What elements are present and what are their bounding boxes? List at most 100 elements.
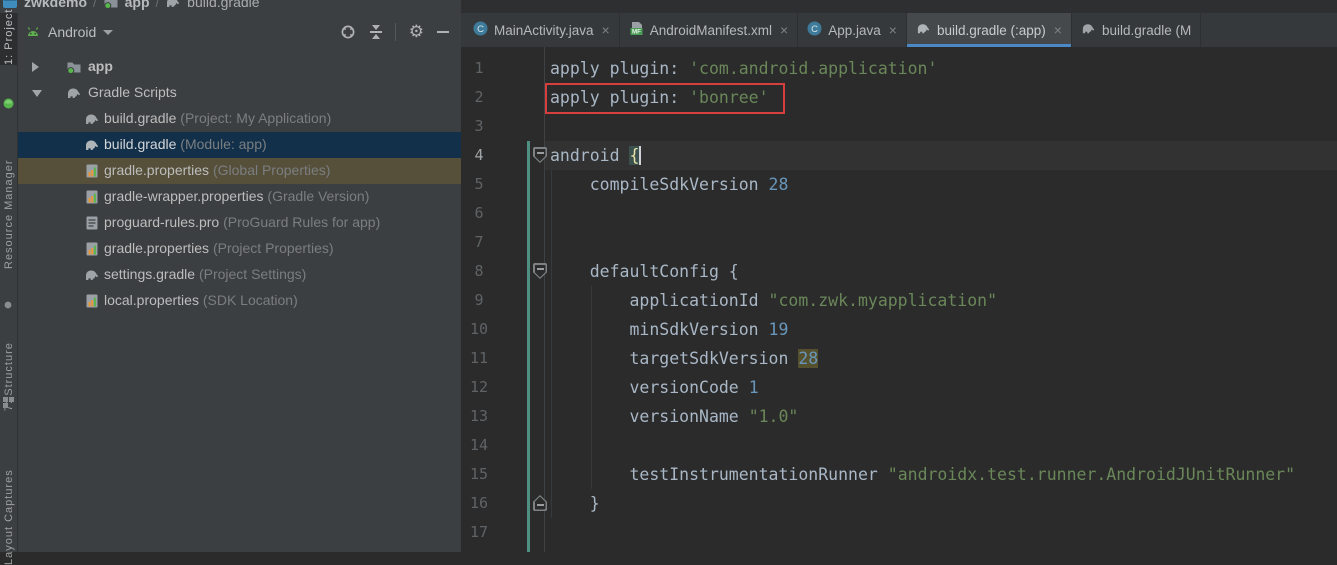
tab-androidmanifest[interactable]: MF AndroidManifest.xml × [620,13,799,47]
code-line[interactable]: 10 minSdkVersion 19 [461,315,1337,344]
tree-row-local-properties[interactable]: local.properties (SDK Location) [18,288,461,314]
locate-file-icon[interactable] [339,23,357,41]
tab-label: App.java [828,23,881,38]
breadcrumb: zwkdemo / app / build.gradle [2,0,260,13]
tree-row-gradle-properties-global[interactable]: gradle.properties (Global Properties) [18,158,461,184]
project-view-selector[interactable]: Android [25,21,113,43]
expand-arrow-icon[interactable] [32,62,39,72]
editor-tab-bar: C MainActivity.java × MF AndroidManifest… [461,13,1337,47]
breadcrumb-item-file[interactable]: build.gradle [187,0,259,10]
close-icon[interactable]: × [602,22,610,38]
java-class-icon: C [473,21,488,39]
line-number: 16 [461,489,497,518]
tab-mainactivity[interactable]: C MainActivity.java × [464,13,620,47]
app-folder-icon [66,59,82,75]
line-number: 7 [461,228,497,257]
project-panel: Android ⚙ app Gradle Scripts build.gradl… [18,13,461,552]
svg-text:C: C [477,24,484,35]
tab-label: build.gradle (:app) [937,23,1046,38]
tool-window-stripe: 1: Project Resource Manager 7: Structure… [0,13,18,552]
gradle-icon [1081,21,1096,39]
gradle-icon [165,0,181,10]
collapse-all-icon[interactable] [370,25,382,39]
code-line[interactable]: 8 defaultConfig { [461,257,1337,286]
line-number: 9 [461,286,497,315]
tree-item-label: build.gradle [104,136,176,152]
breadcrumb-item-app[interactable]: app [125,0,150,10]
editor: C MainActivity.java × MF AndroidManifest… [461,13,1337,552]
code-line[interactable]: 3 [461,112,1337,141]
fold-marker-end-icon[interactable] [533,495,547,511]
tree-item-desc: (Module: app) [180,136,266,152]
text-file-icon [84,215,100,231]
svg-text:MF: MF [632,29,641,36]
text-caret [639,146,641,165]
tree-row-proguard-rules[interactable]: proguard-rules.pro (ProGuard Rules for a… [18,210,461,236]
code-line[interactable]: 14 [461,431,1337,460]
java-class-icon: C [807,21,822,39]
stripe-button-resource-manager[interactable]: Resource Manager [0,117,17,269]
code-line[interactable]: 1apply plugin: 'com.android.application' [461,54,1337,83]
code-line[interactable]: 13 versionName "1.0" [461,402,1337,431]
code-line[interactable]: 4android { [461,141,1337,170]
tree-row-settings-gradle[interactable]: settings.gradle (Project Settings) [18,262,461,288]
tree-item-label: proguard-rules.pro [104,214,219,230]
tab-app-java[interactable]: C App.java × [798,13,907,47]
hide-panel-icon[interactable] [437,31,449,33]
tree-row-gradle-properties-project[interactable]: gradle.properties (Project Properties) [18,236,461,262]
tree-item-desc: (Global Properties) [213,162,331,178]
close-icon[interactable]: × [1054,22,1062,38]
structure-icon[interactable] [3,297,13,315]
tree-item-desc: (Gradle Version) [267,188,369,204]
header-divider [395,23,396,41]
line-number: 13 [461,402,497,431]
layout-captures-icon[interactable] [3,395,14,413]
stripe-button-layout-captures[interactable]: Layout Captures [0,435,17,565]
tab-build-gradle-project[interactable]: build.gradle (M [1072,13,1201,47]
close-icon[interactable]: × [780,22,788,38]
code-line[interactable]: 7 [461,228,1337,257]
tree-item-desc: (ProGuard Rules for app) [223,214,380,230]
line-number: 12 [461,373,497,402]
line-number: 1 [461,54,497,83]
highlighted-value: 28 [798,349,818,368]
code-area[interactable]: 1apply plugin: 'com.android.application'… [461,47,1337,552]
code-line[interactable]: 16 } [461,489,1337,518]
code-line[interactable]: 17 [461,518,1337,547]
project-panel-header: Android ⚙ [18,13,461,51]
tree-item-label: gradle-wrapper.properties [104,188,264,204]
error-annotation-box [545,83,785,114]
code-line[interactable]: 15 testInstrumentationRunner "androidx.t… [461,460,1337,489]
tab-build-gradle-app[interactable]: build.gradle (:app) × [907,13,1072,47]
gear-icon[interactable]: ⚙ [409,23,424,41]
code-line[interactable]: 12 versionCode 1 [461,373,1337,402]
code-line[interactable]: 5 compileSdkVersion 28 [461,170,1337,199]
tree-item-label: app [88,58,113,74]
line-number: 8 [461,257,497,286]
code-line[interactable]: 9 applicationId "com.zwk.myapplication" [461,286,1337,315]
code-line[interactable]: 6 [461,199,1337,228]
svg-text:C: C [811,24,818,35]
resource-manager-icon[interactable] [3,96,14,114]
fold-marker-collapse-icon[interactable] [533,263,547,279]
line-number: 4 [461,141,497,170]
tree-row-gradle-wrapper[interactable]: gradle-wrapper.properties (Gradle Versio… [18,184,461,210]
gradle-icon [66,85,82,101]
tree-row-gradle-scripts[interactable]: Gradle Scripts [18,80,461,106]
properties-file-icon [84,241,100,257]
tree-item-label: local.properties [104,292,199,308]
close-icon[interactable]: × [889,22,897,38]
tree-row-build-gradle-module[interactable]: build.gradle (Module: app) [18,132,461,158]
line-number: 6 [461,199,497,228]
stripe-label-project: 1: Project [3,13,15,65]
code-line[interactable]: 11 targetSdkVersion 28 [461,344,1337,373]
tree-row-build-gradle-project[interactable]: build.gradle (Project: My Application) [18,106,461,132]
tree-row-app[interactable]: app [18,54,461,80]
stripe-button-project[interactable]: 1: Project [0,13,17,65]
collapse-arrow-icon[interactable] [32,90,42,97]
fold-marker-collapse-icon[interactable] [533,147,547,163]
gradle-icon [84,111,100,127]
tree-item-label: gradle.properties [104,162,209,178]
gradle-icon [916,21,931,39]
breadcrumb-item-project[interactable]: zwkdemo [24,0,87,10]
